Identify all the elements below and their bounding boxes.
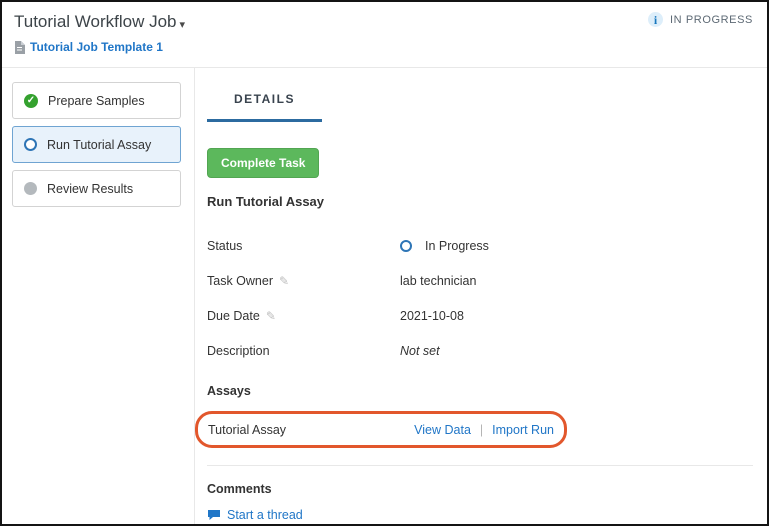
assay-row: Tutorial Assay View Data | Import Run	[195, 411, 567, 448]
tab-details[interactable]: DETAILS	[207, 92, 322, 122]
assay-name: Tutorial Assay	[208, 423, 286, 437]
comments-heading: Comments	[207, 482, 753, 496]
view-data-link[interactable]: View Data	[414, 423, 471, 437]
due-date-value: 2021-10-08	[400, 309, 464, 323]
page-header: Tutorial Workflow Job ▾ i IN PROGRESS Tu…	[2, 2, 767, 68]
field-row-description: Description Not set	[207, 344, 753, 358]
info-icon[interactable]: i	[648, 12, 663, 27]
status-badge: i IN PROGRESS	[648, 12, 753, 27]
step-label: Run Tutorial Assay	[47, 138, 151, 152]
step-label: Prepare Samples	[48, 94, 145, 108]
template-link[interactable]: Tutorial Job Template 1	[30, 40, 163, 54]
field-row-status: Status In Progress	[207, 239, 753, 253]
in-progress-circle-icon	[24, 138, 37, 151]
field-label: Description	[207, 344, 270, 358]
workflow-steps-sidebar: ✓ Prepare Samples Run Tutorial Assay Rev…	[2, 68, 195, 524]
sidebar-item-review-results[interactable]: Review Results	[12, 170, 181, 207]
assay-actions: View Data | Import Run	[414, 423, 554, 437]
field-label: Task Owner	[207, 274, 273, 288]
start-thread-link[interactable]: Start a thread	[227, 508, 303, 522]
app-window: Tutorial Workflow Job ▾ i IN PROGRESS Tu…	[0, 0, 769, 526]
complete-task-button[interactable]: Complete Task	[207, 148, 319, 178]
status-value: In Progress	[425, 239, 489, 253]
section-divider	[207, 465, 753, 466]
import-run-link[interactable]: Import Run	[492, 423, 554, 437]
field-row-due-date: Due Date ✎ 2021-10-08	[207, 309, 753, 323]
status-badge-label: IN PROGRESS	[670, 14, 753, 26]
task-detail-panel: DETAILS Complete Task Run Tutorial Assay…	[195, 68, 767, 524]
field-list: Status In Progress Task Owner ✎ lab tech…	[207, 239, 753, 358]
field-row-task-owner: Task Owner ✎ lab technician	[207, 274, 753, 288]
document-icon	[14, 41, 25, 54]
step-label: Review Results	[47, 182, 133, 196]
title-row: Tutorial Workflow Job ▾	[14, 12, 753, 32]
sidebar-item-prepare-samples[interactable]: ✓ Prepare Samples	[12, 82, 181, 119]
sidebar-item-run-tutorial-assay[interactable]: Run Tutorial Assay	[12, 126, 181, 163]
task-title: Run Tutorial Assay	[207, 194, 753, 209]
pending-dot-icon	[24, 182, 37, 195]
field-label: Due Date	[207, 309, 260, 323]
description-value: Not set	[400, 344, 440, 358]
start-thread-row: Start a thread	[207, 508, 753, 522]
chevron-down-icon[interactable]: ▾	[180, 18, 186, 31]
assays-heading: Assays	[207, 384, 753, 398]
field-label: Status	[207, 239, 242, 253]
comment-bubble-icon	[207, 509, 221, 521]
in-progress-circle-icon	[400, 240, 412, 252]
check-circle-icon: ✓	[24, 94, 38, 108]
page-title: Tutorial Workflow Job	[14, 12, 177, 32]
link-separator: |	[480, 423, 483, 437]
task-owner-value: lab technician	[400, 274, 476, 288]
template-row: Tutorial Job Template 1	[14, 40, 753, 54]
edit-pencil-icon[interactable]: ✎	[266, 310, 276, 322]
page-body: ✓ Prepare Samples Run Tutorial Assay Rev…	[2, 68, 767, 524]
edit-pencil-icon[interactable]: ✎	[279, 275, 289, 287]
